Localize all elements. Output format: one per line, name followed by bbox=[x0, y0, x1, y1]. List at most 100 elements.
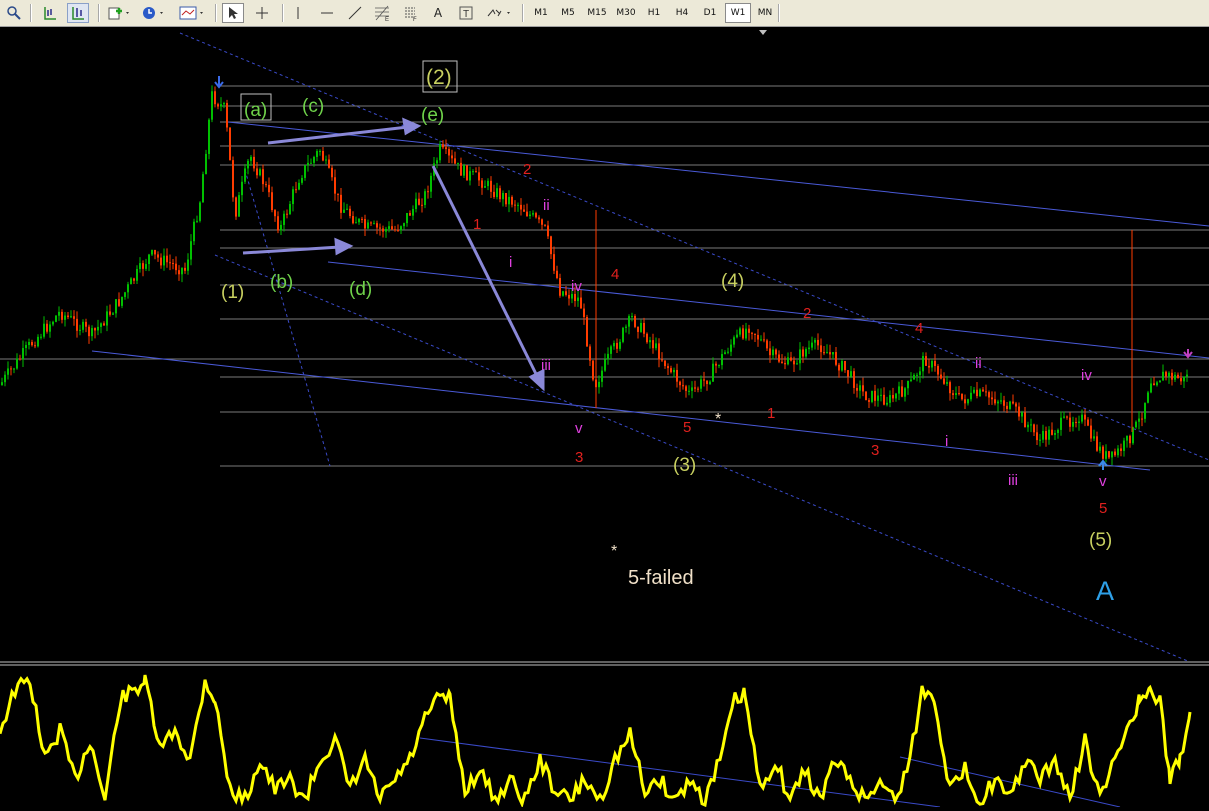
candle-body bbox=[85, 321, 87, 327]
candle-body bbox=[673, 369, 675, 373]
candle-body bbox=[757, 334, 759, 340]
candle-body bbox=[637, 326, 639, 332]
candle-body bbox=[100, 323, 102, 327]
candle-body bbox=[94, 328, 96, 331]
candle-body bbox=[487, 180, 489, 187]
candle-body bbox=[337, 193, 339, 195]
bar-chart-icon[interactable] bbox=[67, 3, 89, 23]
candle-body bbox=[214, 91, 216, 105]
timeframe-mn-button[interactable]: MN bbox=[752, 3, 778, 23]
candle-body bbox=[1033, 424, 1035, 433]
candle-body bbox=[1036, 432, 1038, 441]
candle-body bbox=[253, 156, 255, 169]
candle-body bbox=[1024, 412, 1026, 428]
candle-body bbox=[319, 150, 321, 152]
candle-body bbox=[370, 222, 372, 224]
candle-body bbox=[466, 165, 468, 181]
horizontal-line-icon[interactable] bbox=[317, 3, 337, 23]
clock-icon[interactable] bbox=[140, 3, 166, 23]
candle-body bbox=[127, 284, 129, 293]
candle-body bbox=[388, 226, 390, 229]
candle-body bbox=[886, 402, 888, 405]
candle-body bbox=[601, 370, 603, 382]
candle-body bbox=[502, 192, 504, 200]
candle-body bbox=[934, 360, 936, 367]
vertical-line-icon[interactable] bbox=[290, 3, 306, 23]
timeframe-m30-button[interactable]: M30 bbox=[613, 3, 639, 23]
wave-e-label: (e) bbox=[421, 105, 444, 126]
candle-body bbox=[1054, 432, 1056, 435]
text-icon[interactable]: A bbox=[428, 3, 448, 23]
arrows-icon[interactable] bbox=[484, 3, 514, 23]
price-chart[interactable]: (a) (c) (e) (b) (d) (2) (1) (4) (3) (5) … bbox=[0, 27, 1209, 809]
candle-body bbox=[589, 346, 591, 361]
crosshair-icon[interactable] bbox=[252, 3, 272, 23]
star-marker: * bbox=[715, 411, 721, 428]
candle-body bbox=[283, 213, 285, 225]
candle-body bbox=[598, 381, 600, 388]
candle-body bbox=[535, 213, 537, 218]
timeframe-m1-button[interactable]: M1 bbox=[528, 3, 554, 23]
timeframe-m5-button[interactable]: M5 bbox=[555, 3, 581, 23]
candle-body bbox=[208, 119, 210, 154]
candle-body bbox=[364, 219, 366, 229]
timeframe-w1-button[interactable]: W1 bbox=[725, 3, 751, 23]
candle-body bbox=[76, 318, 78, 331]
candle-body bbox=[769, 348, 771, 356]
candle-body bbox=[238, 195, 240, 217]
wave-4-label: (4) bbox=[721, 271, 744, 292]
candle-body bbox=[949, 382, 951, 394]
candle-body bbox=[490, 180, 492, 192]
candle-body bbox=[532, 213, 534, 215]
candle-body bbox=[67, 315, 69, 318]
candle-body bbox=[661, 359, 663, 361]
timeframe-h4-button[interactable]: H4 bbox=[669, 3, 695, 23]
candle-body bbox=[1084, 414, 1086, 420]
chart-area[interactable]: (a) (c) (e) (b) (d) (2) (1) (4) (3) (5) … bbox=[0, 27, 1209, 809]
candle-body bbox=[955, 393, 957, 395]
candle-body bbox=[619, 341, 621, 349]
candle-body bbox=[991, 397, 993, 400]
text-fibo-icon[interactable]: F bbox=[400, 3, 420, 23]
candle-body bbox=[88, 326, 90, 337]
candle-body bbox=[52, 321, 54, 325]
candle-body bbox=[328, 159, 330, 168]
template-icon[interactable] bbox=[177, 3, 207, 23]
red-5b: 5 bbox=[1099, 500, 1107, 517]
candle-body bbox=[880, 394, 882, 396]
candle-body bbox=[514, 204, 516, 206]
cursor-icon[interactable] bbox=[222, 3, 244, 23]
candle-body bbox=[28, 341, 30, 346]
candle-body bbox=[988, 392, 990, 398]
trendline-icon[interactable] bbox=[345, 3, 365, 23]
candle-body bbox=[724, 352, 726, 355]
candle-body bbox=[799, 349, 801, 364]
candle-body bbox=[1057, 429, 1059, 433]
candle-body bbox=[202, 174, 204, 203]
timeframe-d1-button[interactable]: D1 bbox=[697, 3, 723, 23]
label-icon[interactable]: T bbox=[456, 3, 476, 23]
candle-body bbox=[460, 162, 462, 176]
minor-iii-a: iii bbox=[541, 357, 551, 374]
candle-body bbox=[469, 171, 471, 181]
line-chart-icon[interactable] bbox=[40, 3, 60, 23]
candle-body bbox=[868, 400, 870, 402]
new-order-icon[interactable] bbox=[106, 3, 132, 23]
timeframe-h1-button[interactable]: H1 bbox=[641, 3, 667, 23]
candle-body bbox=[418, 198, 420, 205]
candle-body bbox=[655, 343, 657, 349]
chart-shift-marker[interactable] bbox=[759, 30, 767, 35]
timeframe-m15-button[interactable]: M15 bbox=[584, 3, 610, 23]
svg-text:E: E bbox=[385, 17, 389, 21]
fibonacci-icon[interactable]: E bbox=[372, 3, 392, 23]
candle-body bbox=[241, 181, 243, 196]
wave-a-label: (a) bbox=[244, 100, 267, 121]
candle-body bbox=[223, 103, 225, 105]
candle-body bbox=[1153, 383, 1155, 386]
candle-body bbox=[994, 399, 996, 404]
candle-body bbox=[1111, 451, 1113, 458]
candle-body bbox=[517, 204, 519, 206]
zoom-icon[interactable] bbox=[4, 3, 24, 23]
candle-body bbox=[301, 177, 303, 183]
candle-body bbox=[559, 278, 561, 296]
